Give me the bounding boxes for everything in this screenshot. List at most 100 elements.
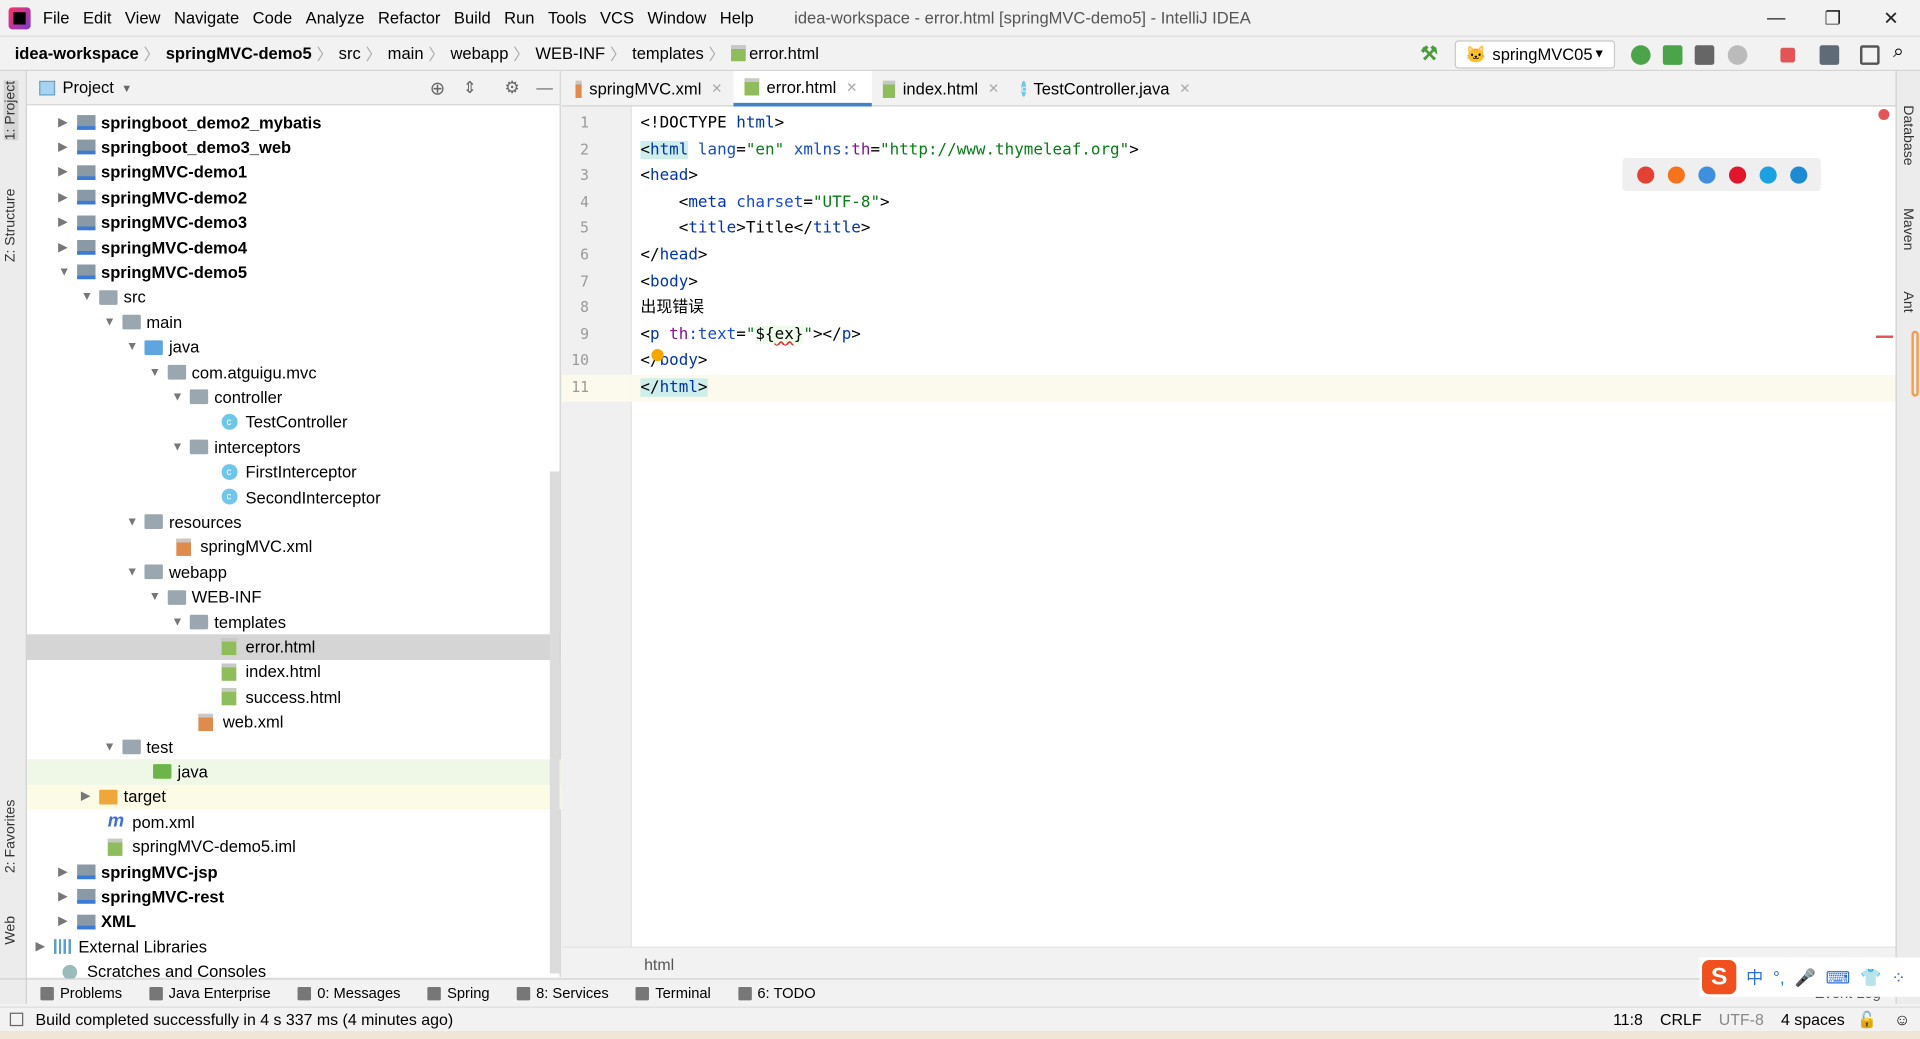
tree-item[interactable]: ▶ springMVC-demo3	[27, 210, 561, 235]
indent-setting[interactable]: 4 spaces	[1781, 1010, 1845, 1028]
tree-item[interactable]: ▼ WEB-INF	[27, 585, 561, 610]
tree-item[interactable]: springMVC.xml	[27, 535, 561, 560]
expanded-arrow-icon[interactable]: ▼	[171, 616, 183, 629]
menu-tools[interactable]: Tools	[548, 9, 587, 27]
tab-springmvc-xml[interactable]: springMVC.xml ✕	[564, 71, 733, 107]
chrome-icon[interactable]	[1636, 165, 1654, 184]
breadcrumb-html[interactable]: html	[644, 955, 674, 973]
tree-item[interactable]: ▼ java	[27, 335, 561, 360]
menu-refactor[interactable]: Refactor	[378, 9, 440, 27]
code-line[interactable]: <head>	[640, 163, 698, 189]
menu-help[interactable]: Help	[720, 9, 754, 27]
chevron-down-icon[interactable]: ▼	[121, 81, 132, 93]
tree-item[interactable]: ▼ main	[27, 310, 561, 335]
database-tool-button[interactable]: Database	[1900, 105, 1915, 165]
code-line[interactable]: <body>	[640, 269, 698, 295]
menu-edit[interactable]: Edit	[83, 9, 111, 27]
code-line[interactable]: <title>Title</title>	[640, 216, 871, 242]
code-line[interactable]: <p th:text="${ex}"></p>	[640, 322, 861, 348]
gear-icon[interactable]: ⚙	[504, 77, 519, 98]
collapsed-arrow-icon[interactable]: ▶	[58, 915, 67, 928]
ime-item[interactable]: 🎤	[1794, 967, 1815, 988]
tree-item[interactable]: ▶ springboot_demo3_web	[27, 135, 561, 160]
tool-window-messages[interactable]: 0: Messages	[297, 984, 401, 1002]
expanded-arrow-icon[interactable]: ▼	[171, 391, 183, 404]
code-line[interactable]: <!DOCTYPE html>	[640, 110, 784, 136]
expanded-arrow-icon[interactable]: ▼	[171, 441, 183, 454]
structure-tool-button[interactable]: Z: Structure	[4, 189, 19, 263]
menu-vcs[interactable]: VCS	[600, 9, 634, 27]
inspector-icon[interactable]: ☺	[1894, 1010, 1910, 1028]
code-line[interactable]: </head>	[640, 242, 707, 268]
menu-code[interactable]: Code	[253, 9, 293, 27]
code-line[interactable]: </body>	[640, 348, 707, 374]
code-line[interactable]: </html>	[640, 375, 708, 401]
tree-item[interactable]: ▶ springMVC-demo2	[27, 185, 561, 210]
tool-window-services[interactable]: 8: Services	[516, 984, 609, 1002]
tab-error-html[interactable]: error.html ✕	[733, 71, 872, 107]
favorites-tool-button[interactable]: 2: Favorites	[4, 800, 19, 874]
hide-icon[interactable]: —	[536, 78, 553, 96]
code-editor[interactable]: <!DOCTYPE html> <html lang="en" xmlns:th=…	[631, 106, 1896, 947]
profile-icon[interactable]	[1727, 45, 1748, 65]
collapsed-arrow-icon[interactable]: ▶	[58, 116, 67, 129]
project-view-select[interactable]: Project	[62, 78, 113, 96]
tree-item[interactable]: ▼ controller	[27, 385, 561, 410]
collapsed-arrow-icon[interactable]: ▶	[58, 191, 67, 204]
tree-item[interactable]: springMVC-demo5.iml	[27, 835, 561, 860]
expanded-arrow-icon[interactable]: ▼	[126, 516, 138, 529]
tree-item[interactable]: ▼ webapp	[27, 560, 561, 585]
tree-item[interactable]: ▼ templates	[27, 610, 561, 635]
tree-item[interactable]: success.html	[27, 685, 561, 710]
breadcrumb-item[interactable]: main	[388, 44, 424, 62]
collapsed-arrow-icon[interactable]: ▶	[58, 166, 67, 179]
tree-item[interactable]: ▶ springMVC-demo1	[27, 160, 561, 185]
tree-item[interactable]: ▼ resources	[27, 510, 561, 535]
expanded-arrow-icon[interactable]: ▼	[81, 291, 93, 304]
editor-scroll-thumb[interactable]	[1911, 330, 1919, 397]
collapsed-arrow-icon[interactable]: ▶	[58, 241, 67, 254]
ime-item[interactable]: °,	[1773, 967, 1785, 987]
tool-window-javaenterprise[interactable]: Java Enterprise	[149, 984, 271, 1002]
tree-item[interactable]: ▶ springMVC-demo4	[27, 235, 561, 260]
debug-icon[interactable]	[1662, 45, 1683, 65]
expanded-arrow-icon[interactable]: ▼	[126, 566, 138, 579]
file-encoding[interactable]: UTF-8	[1719, 1010, 1764, 1028]
project-scrollbar[interactable]	[549, 471, 560, 974]
error-stripe-mark[interactable]	[1875, 335, 1894, 338]
close-tab-icon[interactable]: ✕	[988, 81, 999, 97]
restore-button[interactable]: ❐	[1824, 7, 1840, 30]
build-hammer-icon[interactable]: ⚒	[1420, 42, 1440, 65]
ie-icon[interactable]	[1758, 165, 1777, 184]
collapse-all-icon[interactable]: ⇕	[463, 78, 477, 98]
collapsed-arrow-icon[interactable]: ▶	[58, 890, 67, 903]
tree-item[interactable]: c SecondInterceptor	[27, 485, 561, 510]
safari-icon[interactable]	[1697, 165, 1715, 184]
maven-tool-button[interactable]: Maven	[1900, 208, 1915, 250]
menu-view[interactable]: View	[125, 9, 161, 27]
tab-index-html[interactable]: index.html ✕	[872, 71, 1010, 107]
tree-item[interactable]: ▼ springMVC-demo5	[27, 260, 561, 285]
breadcrumb-item[interactable]: webapp	[450, 44, 508, 62]
run-configuration-select[interactable]: 🐱 springMVC05 ▼	[1454, 40, 1616, 69]
close-button[interactable]: ✕	[1883, 7, 1898, 30]
expanded-arrow-icon[interactable]: ▼	[103, 740, 115, 753]
firefox-icon[interactable]	[1667, 165, 1685, 184]
tree-item[interactable]: ▶ springMVC-rest	[27, 885, 561, 910]
collapsed-arrow-icon[interactable]: ▶	[81, 790, 90, 803]
close-tab-icon[interactable]: ✕	[846, 79, 857, 95]
web-tool-button[interactable]: Web	[4, 916, 19, 945]
ant-tool-button[interactable]: Ant	[1900, 291, 1915, 312]
tab-testcontroller-java[interactable]: c TestController.java ✕	[1010, 71, 1200, 107]
tree-item[interactable]: java	[26, 759, 561, 785]
terminal-icon[interactable]	[1860, 45, 1880, 65]
expanded-arrow-icon[interactable]: ▼	[126, 341, 138, 354]
ime-item[interactable]: 👕	[1860, 967, 1881, 988]
lock-icon[interactable]: 🔓	[1857, 1010, 1877, 1030]
menu-file[interactable]: File	[43, 9, 70, 27]
locate-icon[interactable]: ⊕	[430, 77, 445, 99]
tree-item[interactable]: index.html	[27, 660, 561, 685]
breadcrumb-item[interactable]: idea-workspace	[15, 44, 139, 62]
tree-item[interactable]: c TestController	[27, 410, 561, 435]
search-icon[interactable]: ⌕	[1893, 42, 1913, 63]
